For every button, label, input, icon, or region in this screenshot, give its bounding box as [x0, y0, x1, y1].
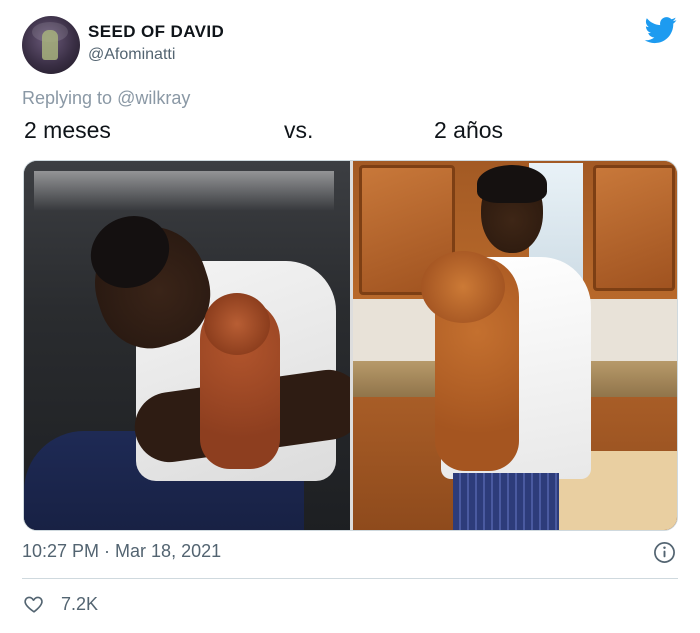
- photo-two-months[interactable]: [24, 161, 350, 530]
- tweet-text-middle: vs.: [284, 117, 314, 143]
- info-icon[interactable]: [653, 541, 676, 564]
- photo-cabinet-right: [593, 165, 675, 291]
- avatar[interactable]: [22, 16, 80, 74]
- tweet-timestamp[interactable]: 10:27 PM · Mar 18, 2021: [22, 541, 221, 562]
- avatar-figure: [42, 30, 58, 60]
- divider: [22, 578, 678, 579]
- twitter-bird-icon[interactable]: [644, 14, 678, 46]
- tweet-text-left: 2 meses: [24, 117, 111, 143]
- heart-icon[interactable]: [22, 593, 46, 615]
- author-name[interactable]: SEED OF DAVID: [88, 22, 224, 42]
- like-count[interactable]: 7.2K: [61, 594, 98, 615]
- reply-prefix: Replying to: [22, 88, 118, 108]
- reply-context: Replying to @wilkray: [22, 88, 190, 109]
- photo-dog-head: [421, 251, 505, 323]
- photo-pants: [453, 473, 559, 530]
- media-grid: [23, 160, 678, 531]
- tweet-card: SEED OF DAVID @Afominatti Replying to @w…: [0, 0, 700, 633]
- photo-two-years[interactable]: [353, 161, 677, 530]
- author-handle[interactable]: @Afominatti: [88, 46, 175, 64]
- photo-puppy-head: [204, 293, 270, 355]
- reply-to-link[interactable]: @wilkray: [117, 88, 190, 108]
- photo-hair: [477, 165, 547, 203]
- tweet-text-right: 2 años: [434, 117, 504, 143]
- photo-light: [34, 171, 334, 211]
